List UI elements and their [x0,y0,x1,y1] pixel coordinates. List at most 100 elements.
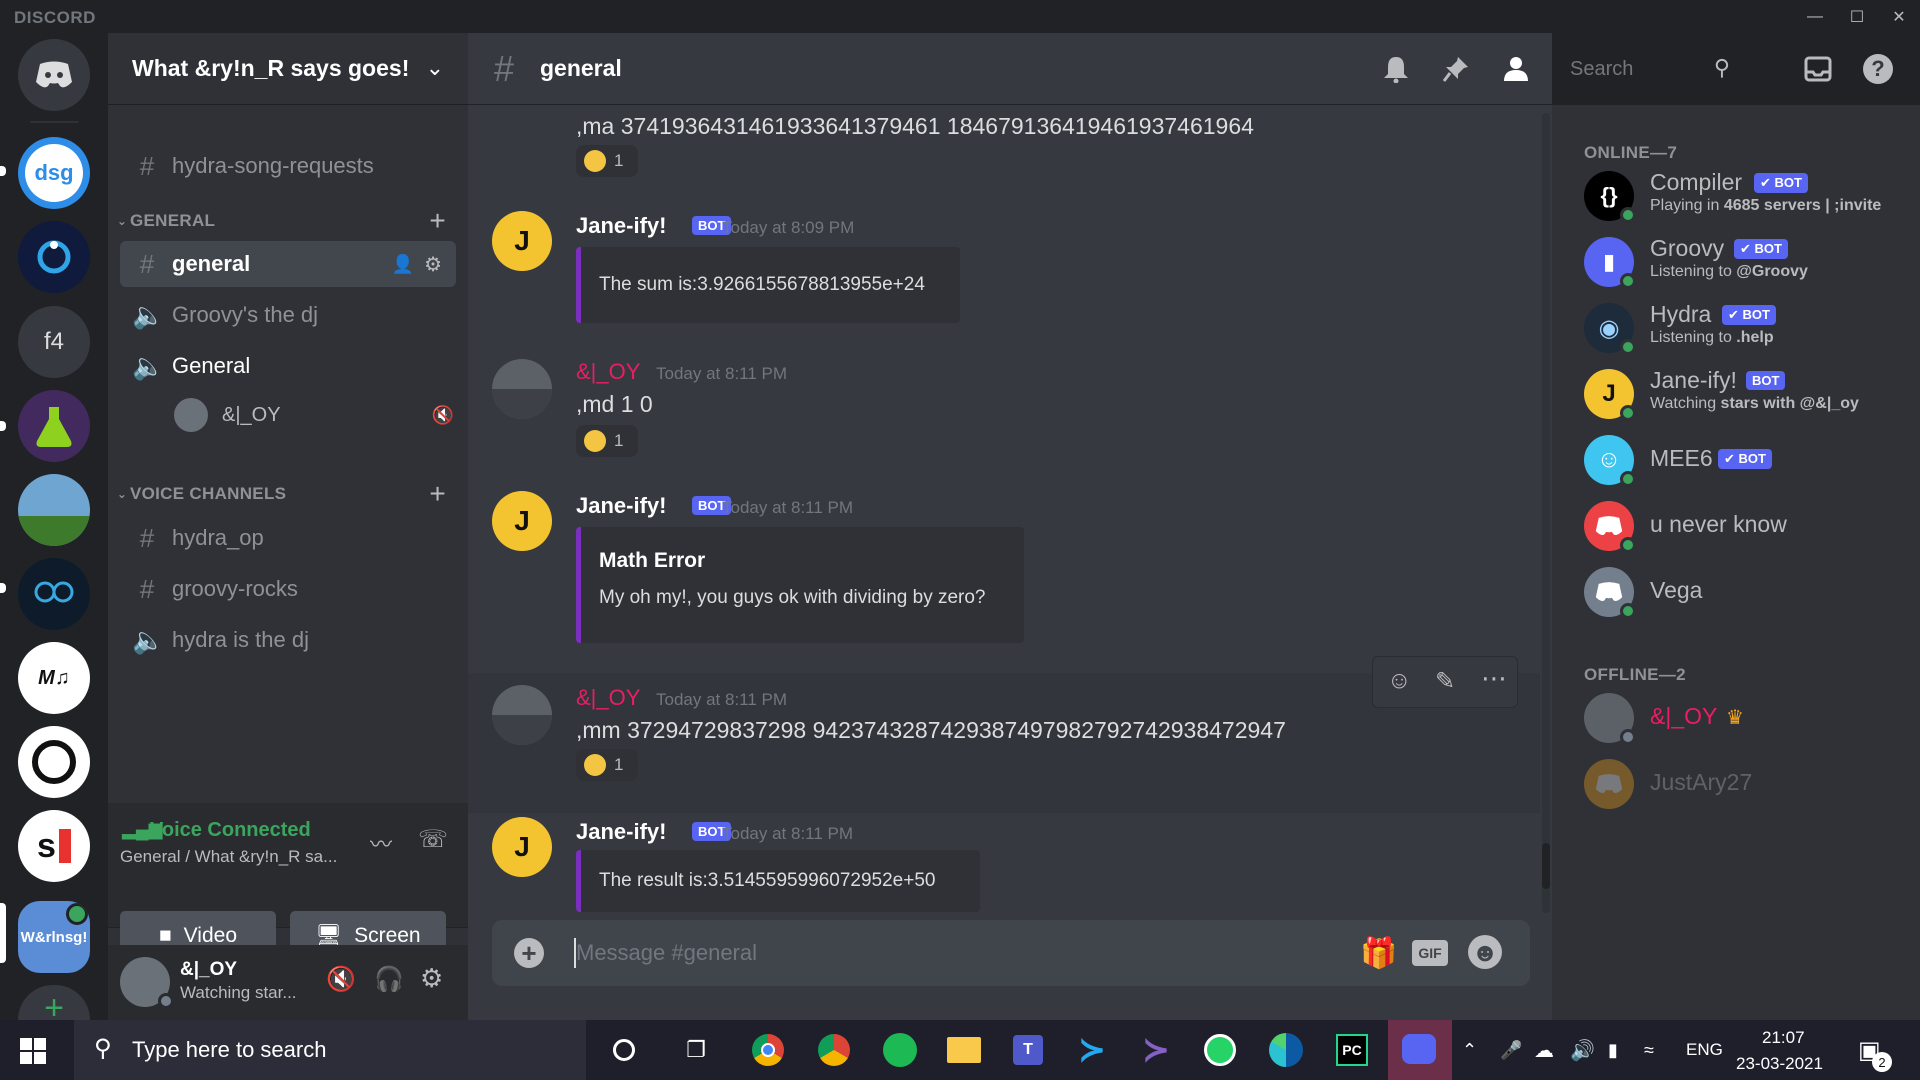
help-icon[interactable]: ? [1860,51,1896,87]
members-icon[interactable] [1498,51,1534,87]
server-s[interactable]: s [18,810,90,882]
channel-groovy-rocks[interactable]: # groovy-rocks [120,566,456,612]
maximize-icon[interactable]: ☐ [1836,0,1878,33]
message-author[interactable]: Jane-ify! [576,819,666,845]
avatar[interactable]: J [492,817,552,877]
speaker-icon: 🔈 [132,299,165,330]
channel-hydra-song-requests[interactable]: # hydra-song-requests [120,143,456,189]
category-voice-channels[interactable]: ⌄ VOICE CHANNELS + [114,478,462,509]
gear-icon[interactable]: ⚙ [424,252,442,277]
search-input[interactable]: Search ⚲ [1560,51,1740,87]
add-channel-icon[interactable]: + [429,478,446,510]
task-view-icon[interactable]: ❐ [676,1030,716,1070]
server-landscape[interactable] [18,474,90,546]
windows-start-icon[interactable] [20,1038,46,1064]
avatar[interactable]: J [492,491,552,551]
server-music[interactable]: M♫ [18,642,90,714]
server-chemicool[interactable] [18,390,90,462]
message-author[interactable]: &|_OY [576,685,640,711]
member-mee6[interactable]: ☺ MEE6 ✔ BOT [1584,431,1914,491]
cortana-icon[interactable] [604,1030,644,1070]
add-reaction-icon[interactable]: ☺ [1387,667,1412,695]
avatar[interactable] [492,359,552,419]
battery-icon[interactable]: ▮ [1608,1020,1618,1080]
avatar[interactable] [492,685,552,745]
member-justary27[interactable]: JustAry27 [1584,755,1914,815]
whatsapp-icon[interactable] [1200,1030,1240,1070]
inbox-icon[interactable] [1800,51,1836,87]
onedrive-icon[interactable]: ☁ [1534,1020,1554,1080]
message-author[interactable]: Jane-ify! [576,213,666,239]
mute-mic-icon[interactable]: 🔇 [326,965,356,994]
member-groovy[interactable]: ▮ Groovy ✔ BOT Listening to @Groovy [1584,233,1914,293]
tray-chevron-icon[interactable]: ⌃ [1462,1020,1477,1080]
taskbar-search[interactable]: ⚲ Type here to search [74,1020,586,1080]
more-icon[interactable]: ⋯ [1481,663,1507,694]
home-button[interactable] [18,39,90,111]
bot-tag: BOT [1746,371,1786,390]
teams-icon[interactable]: T [1008,1030,1048,1070]
clock-date[interactable]: 23-03-2021 [1736,1034,1823,1080]
reaction[interactable]: 1 [576,425,638,457]
category-general[interactable]: ⌄ GENERAL + [114,205,462,236]
reaction[interactable]: 1 [576,749,638,781]
message-author[interactable]: &|_OY [576,359,640,385]
channel-groovys-the-dj[interactable]: 🔈 Groovy's the dj [120,292,456,338]
gear-icon[interactable]: ⚙ [420,963,443,994]
muted-mic-icon: 🔇 [431,404,454,425]
voice-location[interactable]: General / What &ry!n_R sa... [120,847,337,867]
server-f4[interactable]: f4 [18,306,90,378]
discord-taskbar-active[interactable] [1388,1020,1452,1080]
gif-button[interactable]: GIF [1412,940,1448,966]
file-explorer-icon[interactable] [944,1030,984,1070]
close-icon[interactable]: ✕ [1878,0,1920,33]
channel-hydra-op[interactable]: # hydra_op [120,515,456,561]
member-hydra[interactable]: ◉ Hydra ✔ BOT Listening to .help [1584,299,1914,359]
server-ring[interactable] [18,726,90,798]
vscode-icon[interactable]: ≻ [1072,1030,1112,1070]
add-channel-icon[interactable]: + [429,205,446,237]
bell-icon[interactable] [1378,51,1414,87]
emoji-icon[interactable]: ☻ [1468,935,1502,969]
channel-hydra-is-the-dj[interactable]: 🔈 hydra is the dj [120,617,456,663]
scrollbar[interactable] [1540,113,1552,913]
visual-studio-icon[interactable]: ≻ [1136,1030,1176,1070]
gift-icon[interactable]: 🎁 [1360,936,1397,971]
chrome-profile-icon[interactable] [814,1030,854,1070]
server-current[interactable]: W&rlnsg! [18,901,90,973]
chrome-icon[interactable] [748,1030,788,1070]
minimize-icon[interactable]: — [1794,0,1836,33]
channel-general-voice[interactable]: 🔈 General [120,343,456,389]
voice-member[interactable]: &|_OY 🔇 [174,396,454,434]
member-u-never-know[interactable]: u never know [1584,497,1914,557]
upload-plus-icon[interactable]: + [514,938,544,968]
headphones-icon[interactable]: 🎧 [374,965,404,994]
unread-pill [0,166,6,176]
noise-suppression-icon[interactable]: 〰 [370,827,392,859]
disconnect-icon[interactable]: ☏ [418,825,448,854]
spotify-icon[interactable] [880,1030,920,1070]
server-owl[interactable] [18,558,90,630]
member-janeify[interactable]: J Jane-ify! BOT Watching stars with @&|_… [1584,365,1914,425]
mic-icon[interactable]: 🎤 [1500,1020,1522,1080]
invite-icon[interactable]: 👤 [392,254,414,275]
member-vega[interactable]: Vega [1584,563,1914,623]
pycharm-icon[interactable]: PC [1332,1030,1372,1070]
add-server-button[interactable]: + [18,985,90,1020]
channel-general[interactable]: # general 👤 ⚙ [120,241,456,287]
reaction[interactable]: 1 [576,145,638,177]
member-oy[interactable]: &|_OY ♛ [1584,689,1914,749]
message-author[interactable]: Jane-ify! [576,493,666,519]
pin-icon[interactable] [1438,51,1474,87]
server-campus[interactable] [18,221,90,293]
edge-icon[interactable] [1266,1030,1306,1070]
member-compiler[interactable]: {} Compiler ✔ BOT Playing in 4685 server… [1584,167,1914,227]
language-indicator[interactable]: ENG [1686,1020,1723,1080]
avatar[interactable]: J [492,211,552,271]
guild-header[interactable]: What &ry!n_R says goes! ⌄ [108,33,468,105]
server-dsg[interactable]: dsg [18,137,90,209]
volume-icon[interactable]: 🔊 [1570,1020,1595,1080]
message-input[interactable]: Message #general [576,940,757,966]
edit-icon[interactable]: ✎ [1435,667,1455,696]
wifi-icon[interactable]: ≈ [1644,1020,1654,1080]
